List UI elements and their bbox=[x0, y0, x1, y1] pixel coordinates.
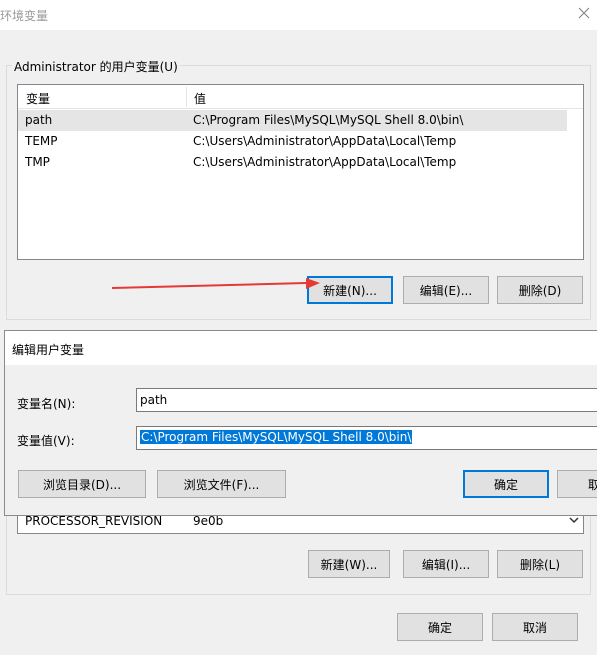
row-name: TMP bbox=[25, 155, 50, 169]
row-name: TEMP bbox=[25, 134, 58, 148]
variable-value-input[interactable]: C:\Program Files\MySQL\MySQL Shell 8.0\b… bbox=[136, 426, 597, 450]
dialog-title-bar: 编辑用户变量 bbox=[5, 331, 597, 365]
variable-value-label: 变量值(V): bbox=[17, 434, 75, 448]
variable-name-value: path bbox=[140, 393, 168, 407]
cancel-button[interactable]: 取消 bbox=[492, 613, 578, 641]
table-row[interactable]: TEMP C:\Users\Administrator\AppData\Loca… bbox=[18, 131, 567, 152]
dialog-title: 编辑用户变量 bbox=[12, 343, 85, 357]
ok-button[interactable]: 确定 bbox=[397, 613, 483, 641]
row-value: 9e0b bbox=[193, 514, 224, 528]
row-name: PROCESSOR_REVISION bbox=[25, 514, 163, 528]
user-edit-button[interactable]: 编辑(E)... bbox=[403, 276, 489, 304]
column-separator[interactable] bbox=[186, 87, 187, 107]
system-new-button[interactable]: 新建(W)... bbox=[308, 550, 390, 578]
row-name: path bbox=[25, 113, 53, 127]
window-title-bar: 环境变量 bbox=[0, 0, 597, 30]
list-header: 变量 值 bbox=[18, 85, 583, 109]
row-value: C:\Users\Administrator\AppData\Local\Tem… bbox=[193, 155, 457, 169]
variable-name-label: 变量名(N): bbox=[17, 397, 76, 411]
system-edit-button[interactable]: 编辑(I)... bbox=[403, 550, 489, 578]
table-row[interactable]: TMP C:\Users\Administrator\AppData\Local… bbox=[18, 152, 567, 173]
column-header-value[interactable]: 值 bbox=[194, 90, 206, 107]
user-delete-button[interactable]: 删除(D) bbox=[497, 276, 583, 304]
dialog-ok-button[interactable]: 确定 bbox=[463, 470, 549, 498]
window-title: 环境变量 bbox=[0, 9, 49, 23]
edit-variable-dialog: 编辑用户变量 变量名(N): path 变量值(V): C:\Program F… bbox=[4, 330, 597, 516]
variable-name-input[interactable]: path bbox=[136, 388, 597, 412]
column-header-variable[interactable]: 变量 bbox=[26, 90, 50, 107]
row-value: C:\Program Files\MySQL\MySQL Shell 8.0\b… bbox=[193, 113, 464, 127]
dialog-cancel-button[interactable]: 取 bbox=[557, 470, 597, 498]
annotation-arrow-icon bbox=[111, 278, 320, 289]
chevron-down-icon[interactable] bbox=[569, 515, 579, 525]
variable-value-selection: C:\Program Files\MySQL\MySQL Shell 8.0\b… bbox=[140, 430, 413, 444]
browse-file-button[interactable]: 浏览文件(F)... bbox=[157, 470, 286, 498]
browse-directory-button[interactable]: 浏览目录(D)... bbox=[18, 470, 146, 498]
system-delete-button[interactable]: 删除(L) bbox=[497, 550, 583, 578]
close-icon[interactable] bbox=[577, 6, 591, 20]
row-value: C:\Users\Administrator\AppData\Local\Tem… bbox=[193, 134, 457, 148]
user-variables-label: Administrator 的用户变量(U) bbox=[12, 58, 180, 75]
user-variables-list[interactable]: 变量 值 path C:\Program Files\MySQL\MySQL S… bbox=[17, 84, 584, 260]
table-row[interactable]: path C:\Program Files\MySQL\MySQL Shell … bbox=[18, 110, 567, 131]
